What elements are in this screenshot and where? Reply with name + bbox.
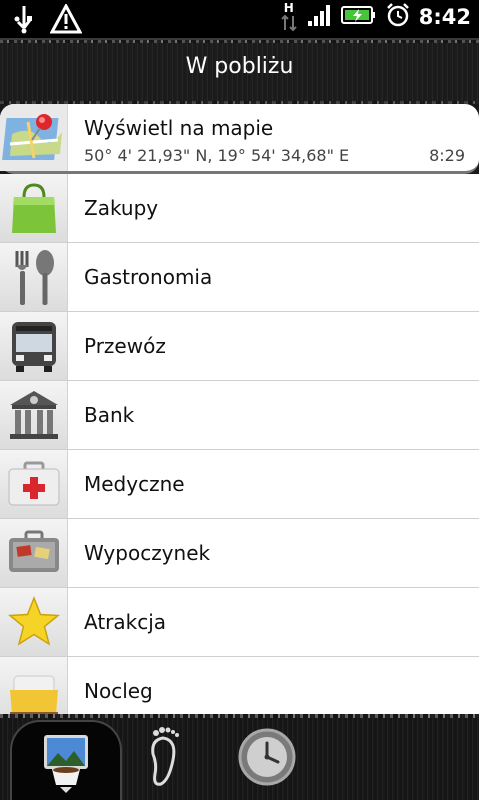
clock-icon [237, 727, 297, 791]
bank-icon [0, 381, 68, 449]
shopping-bag-icon [0, 174, 68, 242]
star-icon [0, 588, 68, 656]
title-bar: W pobliżu [0, 38, 479, 104]
first-aid-kit-icon [0, 450, 68, 518]
alarm-icon [385, 2, 411, 32]
category-label: Gastronomia [84, 265, 213, 289]
signal-icon [307, 3, 333, 31]
coordinates-text: 50° 4' 21,93" N, 19° 54' 34,68" E [84, 146, 350, 165]
list-item-przewoz[interactable]: Przewóz [0, 312, 479, 381]
category-label: Bank [84, 403, 135, 427]
show-on-map-item[interactable]: Wyświetl na mapie 50° 4' 21,93" N, 19° 5… [0, 104, 479, 174]
page-title: W pobliżu [185, 54, 294, 79]
screen: H 8:42 W pobliżu Wyświetl na mapie 50° 4… [0, 0, 479, 800]
list-item-bank[interactable]: Bank [0, 381, 479, 450]
places-tab[interactable] [10, 720, 122, 800]
data-arrows-icon: H [279, 2, 299, 32]
bed-icon [0, 657, 68, 714]
clock-time: 8:42 [418, 5, 471, 29]
list-item-atrakcja[interactable]: Atrakcja [0, 588, 479, 657]
battery-charging-icon [340, 4, 377, 30]
list-item-wypoczynek[interactable]: Wypoczynek [0, 519, 479, 588]
footprint-icon [143, 726, 183, 792]
category-label: Wypoczynek [84, 541, 211, 565]
status-bar: H 8:42 [0, 0, 479, 38]
suitcase-icon [0, 519, 68, 587]
footprints-tab[interactable] [128, 726, 198, 792]
map-pin-icon [0, 104, 68, 171]
category-label: Zakupy [84, 196, 159, 220]
category-label: Nocleg [84, 679, 153, 703]
warning-icon [49, 2, 83, 38]
fork-spoon-icon [0, 243, 68, 311]
list-item-gastronomia[interactable]: Gastronomia [0, 243, 479, 312]
usb-icon [12, 4, 36, 38]
show-on-map-label: Wyświetl na mapie [84, 116, 274, 140]
list-item-nocleg[interactable]: Nocleg [0, 657, 479, 714]
location-time: 8:29 [429, 146, 465, 165]
bus-icon [0, 312, 68, 380]
picture-mug-icon [38, 731, 94, 797]
category-list: Zakupy Gastronomia Przewóz Bank Medyczne… [0, 174, 479, 714]
network-type-label: H [283, 1, 294, 15]
category-label: Medyczne [84, 472, 185, 496]
category-label: Atrakcja [84, 610, 167, 634]
history-tab[interactable] [232, 726, 302, 792]
category-label: Przewóz [84, 334, 166, 358]
list-item-medyczne[interactable]: Medyczne [0, 450, 479, 519]
list-item-zakupy[interactable]: Zakupy [0, 174, 479, 243]
bottom-tab-bar [0, 714, 479, 800]
